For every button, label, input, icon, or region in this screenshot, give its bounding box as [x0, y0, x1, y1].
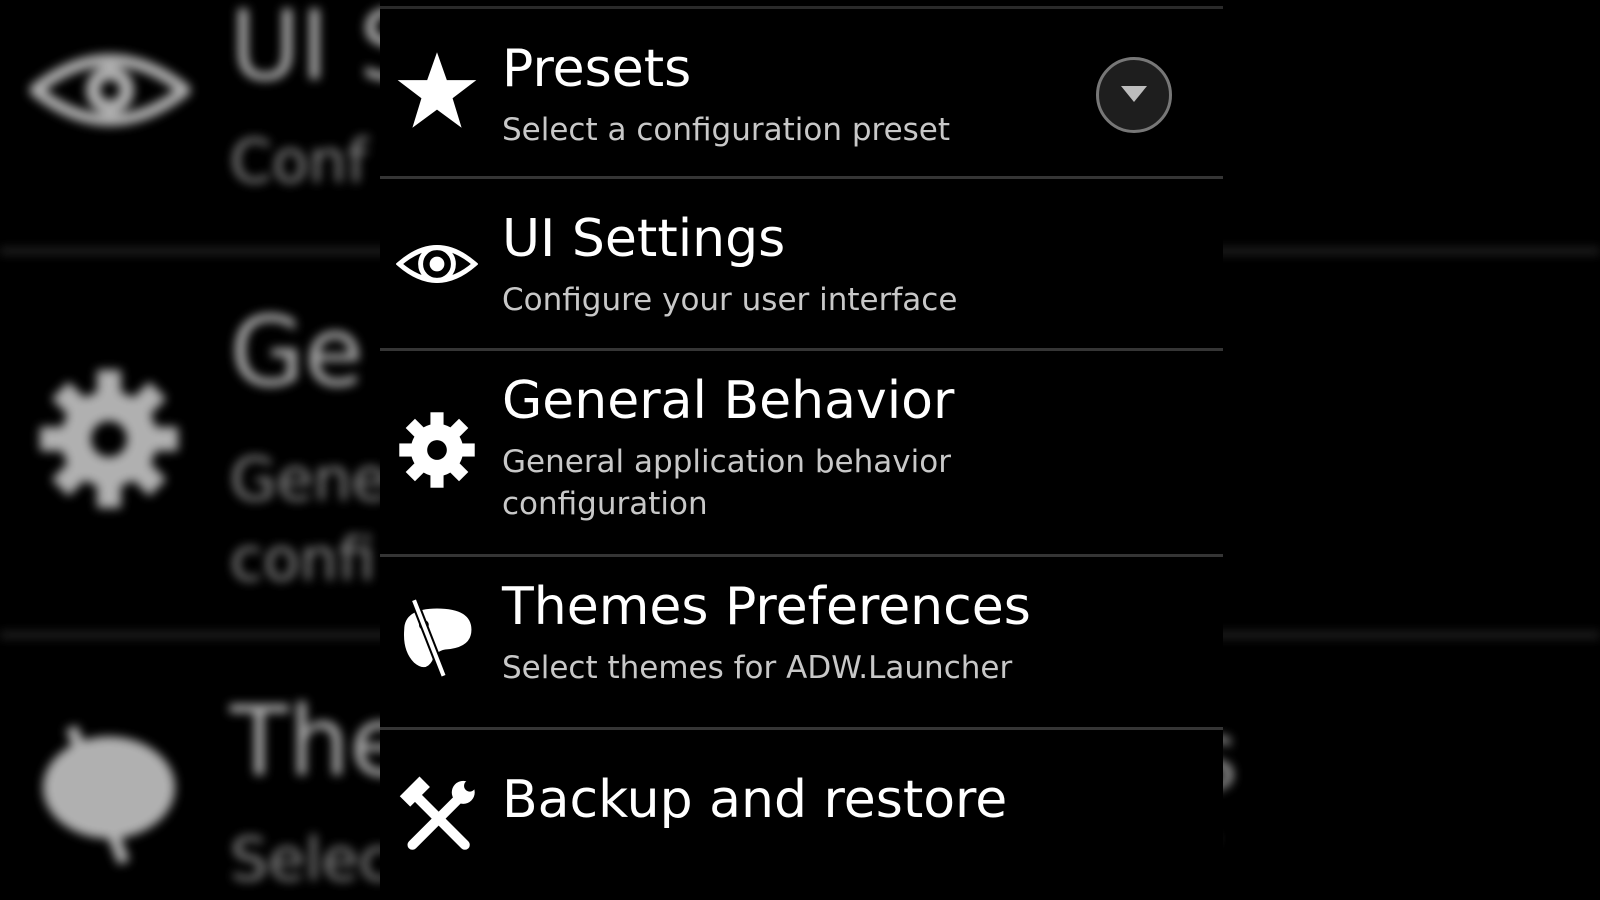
menu-item-title: Presets [502, 39, 692, 99]
menu-item-subtitle: General application behavior [502, 444, 951, 480]
menu-item-title: Backup and restore [502, 770, 1008, 830]
menu-item-title: Themes Preferences [502, 577, 1031, 637]
palette-icon [403, 598, 472, 678]
gear-icon [40, 370, 178, 508]
menu-item-subtitle-continued: configuration [502, 486, 708, 522]
menu-item-themes-preferences[interactable]: Themes Preferences Select themes for ADW… [380, 557, 1223, 727]
menu-item-subtitle: Select a configuration preset [502, 112, 951, 148]
menu-item-subtitle: Select themes for ADW.Launcher [502, 650, 1013, 686]
menu-item-general-behavior[interactable]: General Behavior General application beh… [380, 351, 1223, 554]
menu-item-backup-and-restore[interactable]: Backup and restore [380, 730, 1223, 900]
eye-icon [396, 245, 478, 283]
menu-item-title: General Behavior [502, 371, 955, 431]
star-icon [397, 52, 477, 128]
eye-icon [30, 54, 190, 126]
presets-dropdown-button[interactable] [1096, 57, 1172, 133]
tools-icon [399, 776, 476, 850]
settings-menu-panel: Presets Select a configuration preset UI… [380, 0, 1223, 900]
bg-title-fragment: Ge [230, 296, 364, 408]
palette-icon [43, 725, 175, 865]
bg-subtitle-fragment: Gene [230, 445, 389, 515]
bg-subtitle-fragment: Conf [230, 127, 368, 197]
chevron-down-icon [1121, 86, 1147, 102]
menu-item-ui-settings[interactable]: UI Settings Configure your user interfac… [380, 179, 1223, 349]
menu-item-subtitle: Configure your user interface [502, 282, 958, 318]
bg-subtitle-fragment: confi [230, 525, 376, 595]
gear-icon [399, 412, 475, 488]
bg-subtitle-fragment: Selec [230, 825, 392, 895]
menu-item-title: UI Settings [502, 209, 786, 269]
menu-item-presets[interactable]: Presets Select a configuration preset [380, 9, 1223, 177]
